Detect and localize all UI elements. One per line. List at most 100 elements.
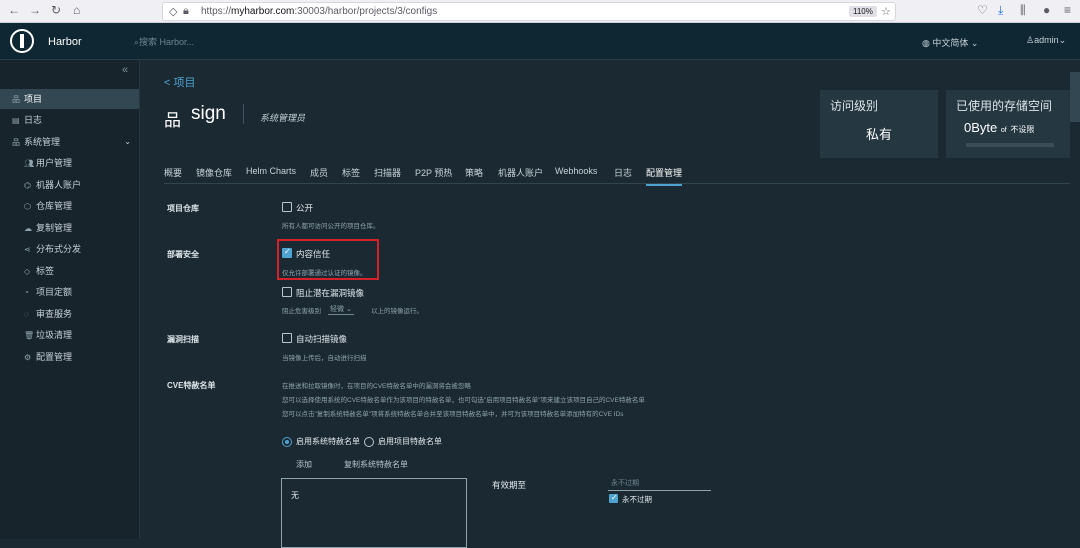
- sidebar-item-gc[interactable]: 🗑︎ 垃圾清理: [0, 325, 139, 345]
- robot-icon: ⌬: [24, 181, 31, 190]
- cve-description-3: 您可以点击"复制系统特赦名单"项将系统特赦名单合并至该项目特赦名单中，并可为该项…: [282, 411, 624, 418]
- tab-members[interactable]: 成员: [310, 166, 328, 179]
- forward-arrow-icon[interactable]: →: [29, 3, 41, 17]
- divider: [243, 104, 244, 124]
- projects-icon: 品: [12, 95, 20, 104]
- tab-labels[interactable]: 标签: [342, 166, 360, 179]
- sidebar-item-interrogation[interactable]: ◌ 审查服务: [0, 304, 139, 324]
- cve-allowlist-label: CVE特赦名单: [167, 381, 216, 390]
- chevron-down-icon: ⌄: [124, 137, 131, 146]
- tab-p2p-preheat[interactable]: P2P 预热: [415, 166, 452, 179]
- tab-helm-charts[interactable]: Helm Charts: [246, 166, 296, 176]
- main-content: < 项目 品 sign 系统管理员 访问级别 私有 已使用的存储空间 0Byte…: [140, 60, 1070, 548]
- system-allowlist-label: 启用系统特赦名单: [296, 437, 360, 446]
- add-cve-button[interactable]: 添加: [296, 459, 312, 470]
- lock-icon[interactable]: 🔒︎: [183, 5, 189, 18]
- sidebar-item-users[interactable]: 👥︎ 用户管理: [0, 153, 139, 173]
- auto-scan-hint: 当镜像上传后，自动进行扫描: [282, 355, 367, 362]
- tab-robot-accounts[interactable]: 机器人账户: [498, 166, 543, 179]
- tag-icon: ◇: [24, 267, 31, 276]
- auto-scan-checkbox[interactable]: [282, 333, 292, 343]
- user-icon: ♙: [1026, 35, 1035, 45]
- sidebar-item-admin[interactable]: 品系统管理 ⌄: [0, 132, 139, 152]
- user-menu[interactable]: ♙admin⌄: [1026, 35, 1066, 46]
- severity-select[interactable]: 轻微 ⌄: [328, 304, 354, 315]
- url-text: https://myharbor.com:30003/harbor/projec…: [201, 6, 438, 17]
- public-checkbox[interactable]: [282, 202, 292, 212]
- prevent-vulnerable-checkbox[interactable]: [282, 287, 292, 297]
- sidebar-item-logs[interactable]: ▤ 日志: [0, 110, 139, 130]
- scrollbar[interactable]: [1070, 60, 1080, 539]
- sidebar-item-replications[interactable]: ☁ 复制管理: [0, 218, 139, 238]
- back-arrow-icon[interactable]: ←: [8, 3, 20, 17]
- system-allowlist-radio[interactable]: [282, 437, 292, 447]
- auto-scan-label: 自动扫描镜像: [296, 334, 348, 344]
- trash-icon: 🗑︎: [24, 331, 35, 340]
- address-bar[interactable]: ◇ 🔒︎ https://myharbor.com:30003/harbor/p…: [162, 2, 896, 21]
- storage-card: 已使用的存储空间 0Byte of 不设限: [946, 90, 1070, 158]
- browser-toolbar: ← → ↻ ⌂ ◇ 🔒︎ https://myharbor.com:30003/…: [0, 0, 1080, 23]
- language-selector[interactable]: ◍ 中文简体 ⌄: [922, 36, 978, 49]
- sidebar-item-distribution[interactable]: ⋖ 分布式分发: [0, 239, 139, 259]
- access-level-value: 私有: [866, 127, 893, 142]
- public-label: 公开: [296, 203, 314, 213]
- chevron-down-icon: ⌄: [345, 306, 352, 313]
- tab-scanner[interactable]: 扫描器: [374, 166, 401, 179]
- access-level-card: 访问级别 私有: [820, 90, 938, 158]
- sidebar-item-robots[interactable]: ⌬ 机器人账户: [0, 175, 139, 195]
- storage-progress-bar: [966, 143, 1054, 147]
- access-level-title: 访问级别: [830, 99, 879, 113]
- tab-policy[interactable]: 策略: [465, 166, 483, 179]
- vulnerability-scan-label: 漏洞扫描: [167, 335, 199, 344]
- deployment-security-label: 部署安全: [167, 250, 199, 259]
- reload-icon[interactable]: ↻: [51, 3, 61, 17]
- download-icon[interactable]: ⤓: [998, 3, 1003, 18]
- project-allowlist-radio[interactable]: [364, 437, 374, 447]
- brand-name[interactable]: Harbor: [48, 36, 82, 48]
- app-header: Harbor ⌕搜索 Harbor... ◍ 中文简体 ⌄ ♙admin⌄: [0, 23, 1080, 60]
- sidebar-item-projects[interactable]: 品项目: [0, 89, 139, 109]
- project-role: 系统管理员: [260, 113, 306, 123]
- never-expire-checkbox[interactable]: [609, 493, 618, 503]
- library-icon[interactable]: ⫼: [1020, 3, 1026, 18]
- highlight-box: [277, 239, 379, 280]
- global-search-input[interactable]: ⌕搜索 Harbor...: [134, 35, 194, 48]
- expires-at-label: 有效期至: [492, 480, 527, 490]
- storage-title: 已使用的存储空间: [956, 99, 1053, 113]
- sidebar-item-quotas[interactable]: ◔ 项目定额: [0, 282, 139, 302]
- storage-value: 0Byte of 不设限: [964, 120, 1035, 135]
- copy-system-allowlist-button[interactable]: 复制系统特赦名单: [344, 459, 408, 470]
- prevent-hint-suffix: 以上的镜像运行。: [371, 308, 423, 315]
- cve-allowlist-box: 无: [281, 478, 467, 548]
- project-allowlist-label: 启用项目特赦名单: [378, 437, 442, 446]
- project-registry-label: 项目仓库: [167, 204, 199, 213]
- expires-at-input[interactable]: 永不过期: [608, 478, 711, 491]
- project-name: sign: [191, 103, 226, 124]
- harbor-logo-icon[interactable]: [10, 29, 34, 53]
- collapse-sidebar-icon[interactable]: «: [122, 64, 128, 76]
- sidebar-item-labels[interactable]: ◇ 标签: [0, 261, 139, 281]
- shield-icon[interactable]: ◇: [169, 5, 177, 18]
- cve-description-2: 您可以选择使用系统的CVE特赦名单作为该项目的特赦名单，也可勾选"启用项目特赦名…: [282, 397, 645, 404]
- admin-icon: 品: [12, 138, 20, 147]
- tab-logs[interactable]: 日志: [614, 166, 632, 179]
- tab-repositories[interactable]: 镜像仓库: [196, 166, 232, 179]
- cloud-icon: ☁: [24, 224, 32, 233]
- tab-webhooks[interactable]: Webhooks: [555, 166, 597, 176]
- side-panel-tab[interactable]: [1070, 72, 1080, 122]
- pocket-icon[interactable]: ♡: [977, 3, 988, 17]
- tab-summary[interactable]: 概要: [164, 166, 182, 179]
- back-to-projects-link[interactable]: < 项目: [164, 74, 195, 90]
- empty-list-text: 无: [291, 491, 299, 500]
- sidebar-item-configuration[interactable]: ⚙ 配置管理: [0, 347, 139, 367]
- sidebar-item-registries[interactable]: ⬡ 仓库管理: [0, 196, 139, 216]
- project-icon: 品: [164, 111, 181, 130]
- users-icon: 👥︎: [24, 159, 35, 168]
- account-icon[interactable]: ●: [1043, 3, 1050, 17]
- menu-icon[interactable]: ≡: [1064, 3, 1071, 17]
- cve-description-1: 在推送和拉取镜像时，在项目的CVE特赦名单中的漏洞将会被忽略: [282, 383, 471, 390]
- home-icon[interactable]: ⌂: [73, 3, 80, 17]
- globe-icon: ◍: [922, 38, 933, 48]
- star-icon[interactable]: ☆: [881, 5, 891, 18]
- zoom-level[interactable]: 110%: [849, 6, 877, 17]
